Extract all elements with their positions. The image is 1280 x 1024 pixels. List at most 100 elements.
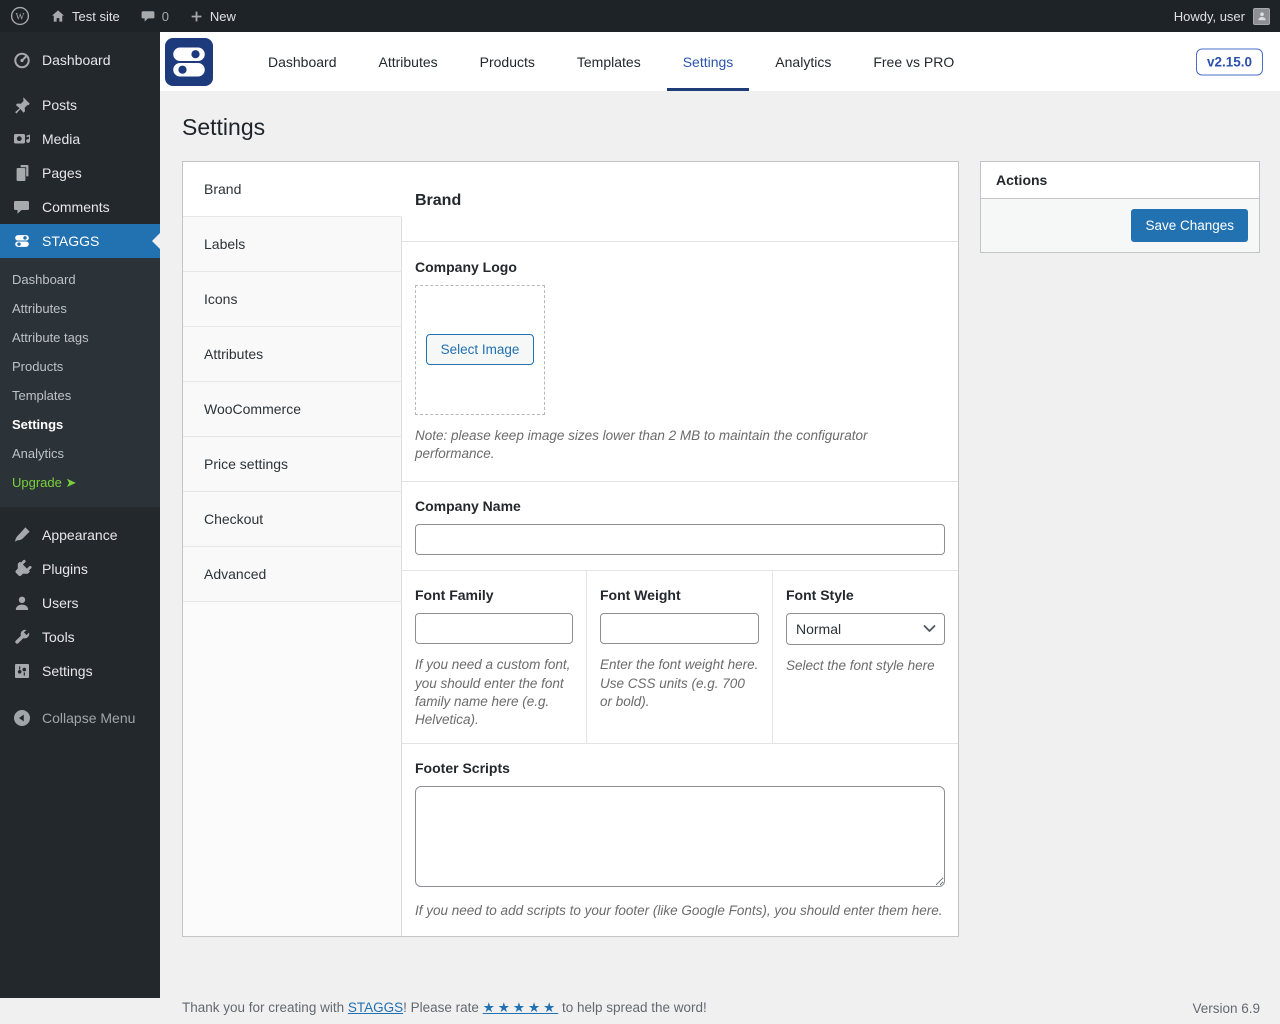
plus-icon bbox=[189, 9, 204, 24]
footer-scripts-description: If you need to add scripts to your foote… bbox=[415, 902, 945, 920]
new-label: New bbox=[210, 9, 236, 24]
brand-heading: Brand bbox=[415, 192, 461, 210]
nav-item-free-vs-pro[interactable]: Free vs PRO bbox=[857, 32, 970, 91]
nav-item-settings[interactable]: Settings bbox=[667, 32, 750, 91]
staggs-logo[interactable] bbox=[165, 38, 213, 86]
footer-thanks-text: Thank you for creating with STAGGS! Plea… bbox=[182, 1000, 707, 1016]
account-menu[interactable]: Howdy, user bbox=[1174, 8, 1280, 25]
nav-item-attributes[interactable]: Attributes bbox=[363, 32, 454, 91]
select-image-button[interactable]: Select Image bbox=[426, 334, 535, 365]
staggs-icon bbox=[12, 231, 32, 251]
tab-checkout[interactable]: Checkout bbox=[183, 492, 402, 547]
tab-brand[interactable]: Brand bbox=[183, 162, 402, 217]
logo-dropzone[interactable]: Select Image bbox=[415, 285, 545, 415]
new-content-button[interactable]: New bbox=[179, 0, 246, 32]
thanks-prefix: Thank you for creating with bbox=[182, 1000, 344, 1015]
sidebar-item-staggs[interactable]: STAGGS bbox=[0, 224, 160, 258]
brand-settings-content: Brand Company Logo Select Image Note: pl… bbox=[402, 162, 958, 937]
submenu-item-upgrade[interactable]: Upgrade ➤ bbox=[0, 468, 160, 498]
tab-woocommerce[interactable]: WooCommerce bbox=[183, 382, 402, 437]
collapse-arrow-icon bbox=[12, 708, 32, 728]
submenu-item-products[interactable]: Products bbox=[0, 352, 160, 381]
wordpress-menu-button[interactable]: W bbox=[0, 0, 40, 32]
submenu-item-attributes[interactable]: Attributes bbox=[0, 294, 160, 323]
company-logo-label: Company Logo bbox=[415, 259, 945, 275]
sidebar-item-label: Comments bbox=[42, 199, 110, 215]
sidebar-item-label: Settings bbox=[42, 663, 93, 679]
comment-count: 0 bbox=[162, 9, 169, 24]
nav-item-templates[interactable]: Templates bbox=[561, 32, 657, 91]
visit-site-button[interactable]: Test site bbox=[40, 0, 130, 32]
wordpress-logo-icon: W bbox=[10, 6, 30, 26]
actions-panel: Actions Save Changes bbox=[980, 161, 1260, 253]
sidebar-item-dashboard[interactable]: Dashboard bbox=[0, 43, 160, 77]
sidebar-item-tools[interactable]: Tools bbox=[0, 620, 160, 654]
submenu-item-dashboard[interactable]: Dashboard bbox=[0, 265, 160, 294]
site-name: Test site bbox=[72, 9, 120, 24]
brush-icon bbox=[12, 525, 32, 545]
tab-price-settings[interactable]: Price settings bbox=[183, 437, 402, 492]
thanks-suffix: to help spread the word! bbox=[562, 1000, 707, 1015]
user-icon bbox=[12, 593, 32, 613]
plug-icon bbox=[12, 559, 32, 579]
nav-item-products[interactable]: Products bbox=[464, 32, 551, 91]
rating-stars-link[interactable]: ★★★★★ bbox=[483, 1000, 559, 1015]
settings-tab-list: Brand Labels Icons Attributes WooCommerc… bbox=[183, 162, 402, 937]
tab-advanced[interactable]: Advanced bbox=[183, 547, 402, 602]
font-weight-description: Enter the font weight here. Use CSS unit… bbox=[600, 656, 759, 711]
font-family-label: Font Family bbox=[415, 587, 573, 603]
sidebar-item-users[interactable]: Users bbox=[0, 586, 160, 620]
howdy-text: Howdy, user bbox=[1174, 9, 1245, 24]
sidebar-item-label: STAGGS bbox=[42, 233, 99, 249]
sidebar-item-label: Tools bbox=[42, 629, 75, 645]
comments-icon bbox=[12, 197, 32, 217]
sidebar-item-appearance[interactable]: Appearance bbox=[0, 518, 160, 552]
sidebar-item-plugins[interactable]: Plugins bbox=[0, 552, 160, 586]
nav-item-dashboard[interactable]: Dashboard bbox=[252, 32, 353, 91]
sidebar-item-settings[interactable]: Settings bbox=[0, 654, 160, 688]
font-family-column: Font Family If you need a custom font, y… bbox=[402, 571, 586, 743]
font-settings-row: Font Family If you need a custom font, y… bbox=[402, 571, 958, 744]
media-icon bbox=[12, 129, 32, 149]
footer-scripts-section: Footer Scripts If you need to add script… bbox=[402, 744, 958, 936]
nav-item-analytics[interactable]: Analytics bbox=[759, 32, 847, 91]
submenu-item-settings[interactable]: Settings bbox=[0, 410, 160, 439]
sidebar-item-media[interactable]: Media bbox=[0, 122, 160, 156]
submenu-item-attribute-tags[interactable]: Attribute tags bbox=[0, 323, 160, 352]
submenu-item-analytics[interactable]: Analytics bbox=[0, 439, 160, 468]
company-name-label: Company Name bbox=[415, 498, 945, 514]
footer-scripts-label: Footer Scripts bbox=[415, 760, 945, 776]
tab-list-filler bbox=[183, 602, 402, 937]
sidebar-item-comments[interactable]: Comments bbox=[0, 190, 160, 224]
font-style-select[interactable]: Normal bbox=[786, 613, 945, 645]
tab-attributes[interactable]: Attributes bbox=[183, 327, 402, 382]
collapse-menu-button[interactable]: Collapse Menu bbox=[0, 701, 160, 735]
sidebar-item-label: Posts bbox=[42, 97, 77, 113]
submenu-item-templates[interactable]: Templates bbox=[0, 381, 160, 410]
save-changes-button[interactable]: Save Changes bbox=[1131, 209, 1248, 242]
font-family-input[interactable] bbox=[415, 613, 573, 644]
staggs-nav: Dashboard Attributes Products Templates … bbox=[247, 32, 975, 91]
wrench-icon bbox=[12, 627, 32, 647]
font-family-description: If you need a custom font, you should en… bbox=[415, 656, 573, 729]
font-style-label: Font Style bbox=[786, 587, 945, 603]
sidebar-item-posts[interactable]: Posts bbox=[0, 88, 160, 122]
company-name-section: Company Name bbox=[402, 482, 958, 571]
admin-sidebar: Dashboard Posts Media Pages Comments STA… bbox=[0, 32, 160, 998]
company-name-input[interactable] bbox=[415, 524, 945, 555]
sidebar-item-label: Plugins bbox=[42, 561, 88, 577]
comments-button[interactable]: 0 bbox=[130, 0, 179, 32]
sidebar-item-label: Pages bbox=[42, 165, 82, 181]
settings-panel: Brand Labels Icons Attributes WooCommerc… bbox=[182, 161, 959, 938]
sidebar-item-pages[interactable]: Pages bbox=[0, 156, 160, 190]
thanks-mid: ! Please rate bbox=[403, 1000, 479, 1015]
tab-icons[interactable]: Icons bbox=[183, 272, 402, 327]
font-weight-input[interactable] bbox=[600, 613, 759, 644]
section-heading: Brand bbox=[402, 162, 958, 242]
tab-labels[interactable]: Labels bbox=[183, 217, 402, 272]
staggs-submenu: Dashboard Attributes Attribute tags Prod… bbox=[0, 258, 160, 507]
actions-body: Save Changes bbox=[981, 198, 1259, 252]
staggs-link[interactable]: STAGGS bbox=[348, 1000, 403, 1015]
font-weight-column: Font Weight Enter the font weight here. … bbox=[586, 571, 772, 743]
footer-scripts-textarea[interactable] bbox=[415, 786, 945, 887]
